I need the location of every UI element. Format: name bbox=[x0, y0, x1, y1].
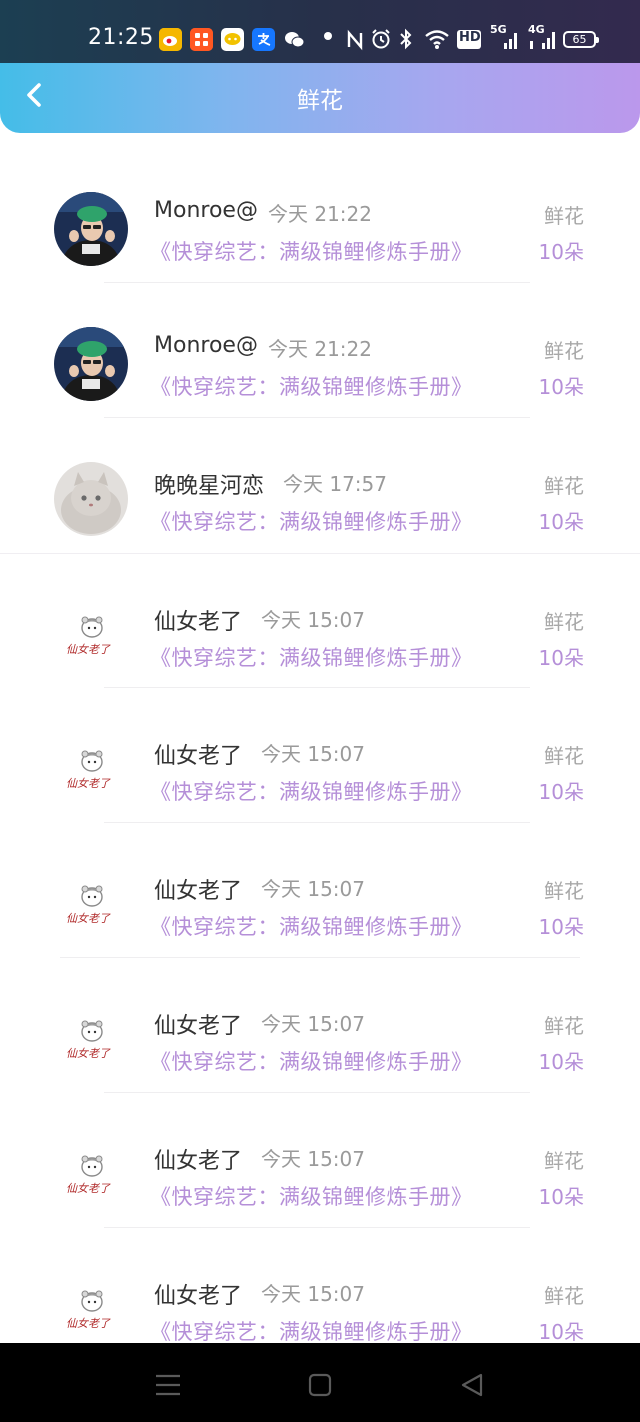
status-clock: 21:25 bbox=[88, 25, 154, 50]
list-item[interactable]: 仙女老了 仙女老了 今天 15:07 《快穿综艺：满级锦鲤修炼手册》 鲜花 10朵 bbox=[0, 553, 640, 688]
timestamp: 今天 15:07 bbox=[261, 1147, 365, 1171]
username[interactable]: 仙女老了 bbox=[154, 1143, 242, 1175]
gift-type: 鲜花 bbox=[544, 339, 584, 363]
system-nav-bar bbox=[0, 1343, 640, 1422]
avatar-caption: 仙女老了 bbox=[66, 912, 110, 925]
hd-icon: HD bbox=[456, 29, 482, 59]
timestamp: 今天 21:22 bbox=[268, 337, 372, 361]
avatar[interactable]: 仙女老了 bbox=[54, 1272, 128, 1346]
message-app-icon bbox=[221, 28, 244, 51]
gift-count: 10朵 bbox=[538, 375, 584, 399]
username[interactable]: 仙女老了 bbox=[154, 738, 242, 770]
back-nav-button[interactable] bbox=[452, 1365, 492, 1405]
timestamp: 今天 21:22 bbox=[268, 202, 372, 226]
page-title: 鲜花 bbox=[297, 88, 343, 114]
nfc-icon bbox=[345, 29, 365, 59]
avatar-caption: 仙女老了 bbox=[66, 1317, 110, 1330]
avatar-caption: 仙女老了 bbox=[66, 643, 110, 656]
username[interactable]: 晚晚星河恋 bbox=[154, 468, 264, 500]
wifi-icon bbox=[424, 28, 450, 58]
list-item[interactable]: 仙女老了 仙女老了 今天 15:07 《快穿综艺：满级锦鲤修炼手册》 鲜花 10朵 bbox=[0, 688, 640, 823]
gift-type: 鲜花 bbox=[544, 879, 584, 903]
gift-count: 10朵 bbox=[538, 510, 584, 534]
avatar-caption: 仙女老了 bbox=[66, 777, 110, 790]
username[interactable]: 仙女老了 bbox=[154, 873, 242, 905]
avatar[interactable]: 仙女老了 bbox=[54, 1137, 128, 1211]
avatar[interactable]: 仙女老了 bbox=[54, 1002, 128, 1076]
gift-type: 鲜花 bbox=[544, 204, 584, 228]
gift-type: 鲜花 bbox=[544, 474, 584, 498]
header-bar: 鲜花 bbox=[0, 63, 640, 133]
bluetooth-icon bbox=[398, 28, 414, 58]
timestamp: 今天 15:07 bbox=[261, 608, 365, 632]
gift-count: 10朵 bbox=[538, 1185, 584, 1209]
alipay-icon bbox=[252, 28, 275, 51]
gift-record-list: Monroe@ 今天 21:22 《快穿综艺：满级锦鲤修炼手册》 鲜花 10朵 Monro… bbox=[0, 148, 640, 1363]
list-item[interactable]: Monroe@ 今天 21:22 《快穿综艺：满级锦鲤修炼手册》 鲜花 10朵 bbox=[0, 283, 640, 418]
gift-type: 鲜花 bbox=[544, 610, 584, 634]
timestamp: 今天 17:57 bbox=[283, 472, 387, 496]
gift-count: 10朵 bbox=[538, 646, 584, 670]
top-header-area: 21:25 HD 5G 4G 65 鲜花 bbox=[0, 0, 640, 133]
list-item[interactable]: 仙女老了 仙女老了 今天 15:07 《快穿综艺：满级锦鲤修炼手册》 鲜花 10朵 bbox=[0, 823, 640, 958]
list-item[interactable]: 仙女老了 仙女老了 今天 15:07 《快穿综艺：满级锦鲤修炼手册》 鲜花 10朵 bbox=[0, 958, 640, 1093]
menu-icon bbox=[156, 1374, 180, 1396]
list-item[interactable]: 仙女老了 仙女老了 今天 15:07 《快穿综艺：满级锦鲤修炼手册》 鲜花 10朵 bbox=[0, 1093, 640, 1228]
username[interactable]: 仙女老了 bbox=[154, 604, 242, 636]
avatar[interactable] bbox=[54, 192, 128, 266]
book-title-link[interactable]: 《快穿综艺：满级锦鲤修炼手册》 bbox=[150, 1316, 473, 1346]
avatar-caption: 仙女老了 bbox=[66, 1182, 110, 1195]
gift-type: 鲜花 bbox=[544, 744, 584, 768]
gift-type: 鲜花 bbox=[544, 1149, 584, 1173]
username[interactable]: 仙女老了 bbox=[154, 1278, 242, 1310]
wechat-icon bbox=[283, 28, 306, 51]
gift-type: 鲜花 bbox=[544, 1014, 584, 1038]
avatar[interactable] bbox=[54, 327, 128, 401]
book-title-link[interactable]: 《快穿综艺：满级锦鲤修炼手册》 bbox=[150, 1181, 473, 1211]
home-button[interactable] bbox=[300, 1365, 340, 1405]
gift-count: 10朵 bbox=[538, 915, 584, 939]
timestamp: 今天 15:07 bbox=[261, 1282, 365, 1306]
alarm-icon bbox=[370, 28, 392, 58]
timestamp: 今天 15:07 bbox=[261, 1012, 365, 1036]
book-title-link[interactable]: 《快穿综艺：满级锦鲤修炼手册》 bbox=[150, 911, 473, 941]
dot-icon bbox=[322, 30, 334, 60]
app-icon bbox=[190, 28, 213, 51]
book-title-link[interactable]: 《快穿综艺：满级锦鲤修炼手册》 bbox=[150, 1046, 473, 1076]
timestamp: 今天 15:07 bbox=[261, 742, 365, 766]
username[interactable]: 仙女老了 bbox=[154, 1008, 242, 1040]
gift-count: 10朵 bbox=[538, 1050, 584, 1074]
gift-count: 10朵 bbox=[538, 240, 584, 264]
list-item[interactable]: Monroe@ 今天 21:22 《快穿综艺：满级锦鲤修炼手册》 鲜花 10朵 bbox=[0, 148, 640, 283]
username[interactable]: Monroe@ bbox=[154, 198, 258, 223]
battery-indicator: 65 bbox=[563, 31, 599, 48]
gift-count: 10朵 bbox=[538, 1320, 584, 1344]
back-triangle-icon bbox=[461, 1373, 483, 1397]
avatar[interactable]: 仙女老了 bbox=[54, 598, 128, 672]
avatar[interactable] bbox=[54, 462, 128, 536]
gift-type: 鲜花 bbox=[544, 1284, 584, 1308]
avatar[interactable]: 仙女老了 bbox=[54, 732, 128, 806]
book-title-link[interactable]: 《快穿综艺：满级锦鲤修炼手册》 bbox=[150, 371, 473, 401]
gift-count: 10朵 bbox=[538, 780, 584, 804]
status-bar: 21:25 HD 5G 4G 65 bbox=[0, 0, 640, 63]
avatar[interactable]: 仙女老了 bbox=[54, 867, 128, 941]
book-title-link[interactable]: 《快穿综艺：满级锦鲤修炼手册》 bbox=[150, 506, 473, 536]
menu-button[interactable] bbox=[148, 1365, 188, 1405]
avatar-caption: 仙女老了 bbox=[66, 1047, 110, 1060]
book-title-link[interactable]: 《快穿综艺：满级锦鲤修炼手册》 bbox=[150, 642, 473, 672]
weibo-icon bbox=[159, 28, 182, 51]
book-title-link[interactable]: 《快穿综艺：满级锦鲤修炼手册》 bbox=[150, 236, 473, 266]
home-icon bbox=[308, 1373, 332, 1397]
hd-label: HD bbox=[459, 30, 481, 45]
username[interactable]: Monroe@ bbox=[154, 333, 258, 358]
timestamp: 今天 15:07 bbox=[261, 877, 365, 901]
book-title-link[interactable]: 《快穿综艺：满级锦鲤修炼手册》 bbox=[150, 776, 473, 806]
list-item[interactable]: 晚晚星河恋 今天 17:57 《快穿综艺：满级锦鲤修炼手册》 鲜花 10朵 bbox=[0, 418, 640, 553]
